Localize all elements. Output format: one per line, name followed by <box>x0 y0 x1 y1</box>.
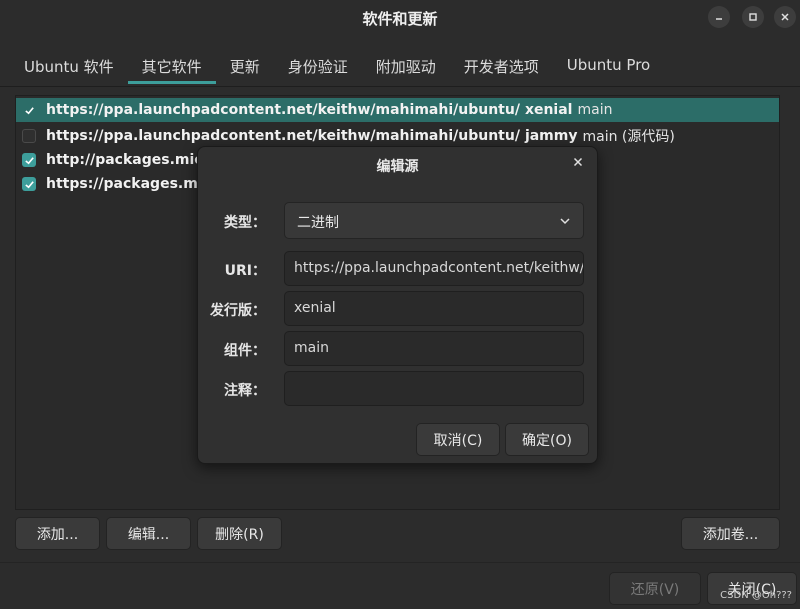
components-field[interactable]: main <box>284 331 584 366</box>
tab-other-software[interactable]: 其它软件 <box>127 46 216 86</box>
source-checkbox[interactable] <box>22 153 36 167</box>
source-checkbox[interactable] <box>22 129 36 143</box>
maximize-icon <box>749 13 757 21</box>
tab-additional-drivers[interactable]: 附加驱动 <box>362 46 450 86</box>
components-label: 组件： <box>224 343 266 359</box>
uri-label: URI： <box>224 263 266 279</box>
comment-label: 注释： <box>224 383 266 399</box>
minimize-icon <box>716 18 722 20</box>
dialog-close-button[interactable] <box>571 155 585 169</box>
distribution-field[interactable]: xenial <box>284 291 584 326</box>
dialog-title: 编辑源 <box>376 159 419 175</box>
close-icon <box>781 13 789 21</box>
source-components: main <box>577 102 613 118</box>
checkmark-icon <box>24 106 34 114</box>
type-select-value: 二进制 <box>297 215 339 231</box>
revert-button[interactable]: 还原(V) <box>609 572 701 605</box>
watermark: CSDN @Oh??? <box>720 590 792 601</box>
source-checkbox[interactable] <box>22 177 36 191</box>
window-title: 软件和更新 <box>362 10 438 28</box>
source-url: https://packages.micr <box>46 176 218 192</box>
tab-bar: Ubuntu 软件 其它软件 更新 身份验证 附加驱动 开发者选项 Ubuntu… <box>0 46 800 86</box>
add-button[interactable]: 添加... <box>15 517 100 550</box>
comment-field[interactable] <box>284 371 584 406</box>
remove-button[interactable]: 删除(R) <box>197 517 282 550</box>
source-dist: xenial <box>524 102 573 118</box>
footer-divider <box>0 562 800 563</box>
title-bar: 软件和更新 <box>0 0 800 36</box>
minimize-button[interactable] <box>708 6 730 28</box>
checkmark-icon <box>24 156 34 164</box>
tab-developer-options[interactable]: 开发者选项 <box>450 46 553 86</box>
source-components: main (源代码) <box>582 129 675 145</box>
source-url: http://packages.micro <box>46 152 220 168</box>
tab-divider <box>0 86 800 87</box>
source-row[interactable]: https://ppa.launchpadcontent.net/keithw/… <box>16 124 779 148</box>
edit-button[interactable]: 编辑... <box>106 517 191 550</box>
tab-ubuntu-software[interactable]: Ubuntu 软件 <box>10 46 128 86</box>
maximize-button[interactable] <box>742 6 764 28</box>
source-url: https://ppa.launchpadcontent.net/keithw/… <box>46 102 520 118</box>
ok-button[interactable]: 确定(O) <box>505 423 589 456</box>
type-label: 类型： <box>224 215 266 231</box>
chevron-down-icon <box>560 218 570 225</box>
source-checkbox[interactable] <box>22 103 36 117</box>
tab-authentication[interactable]: 身份验证 <box>274 46 362 86</box>
cancel-button[interactable]: 取消(C) <box>416 423 500 456</box>
close-icon <box>573 157 583 167</box>
checkmark-icon <box>24 180 34 188</box>
type-select[interactable]: 二进制 <box>284 202 584 239</box>
edit-source-dialog: 编辑源 类型： 二进制 URI： https://ppa.launchpadco… <box>197 146 598 464</box>
add-volume-button[interactable]: 添加卷... <box>681 517 780 550</box>
source-row[interactable]: https://ppa.launchpadcontent.net/keithw/… <box>16 98 779 122</box>
tab-updates[interactable]: 更新 <box>216 46 274 86</box>
source-url: https://ppa.launchpadcontent.net/keithw/… <box>46 128 520 144</box>
tab-ubuntu-pro[interactable]: Ubuntu Pro <box>553 46 664 86</box>
source-dist: jammy <box>524 128 578 144</box>
distribution-label: 发行版： <box>210 303 266 319</box>
close-window-button[interactable] <box>774 6 796 28</box>
uri-field[interactable]: https://ppa.launchpadcontent.net/keithw/ <box>284 251 584 286</box>
